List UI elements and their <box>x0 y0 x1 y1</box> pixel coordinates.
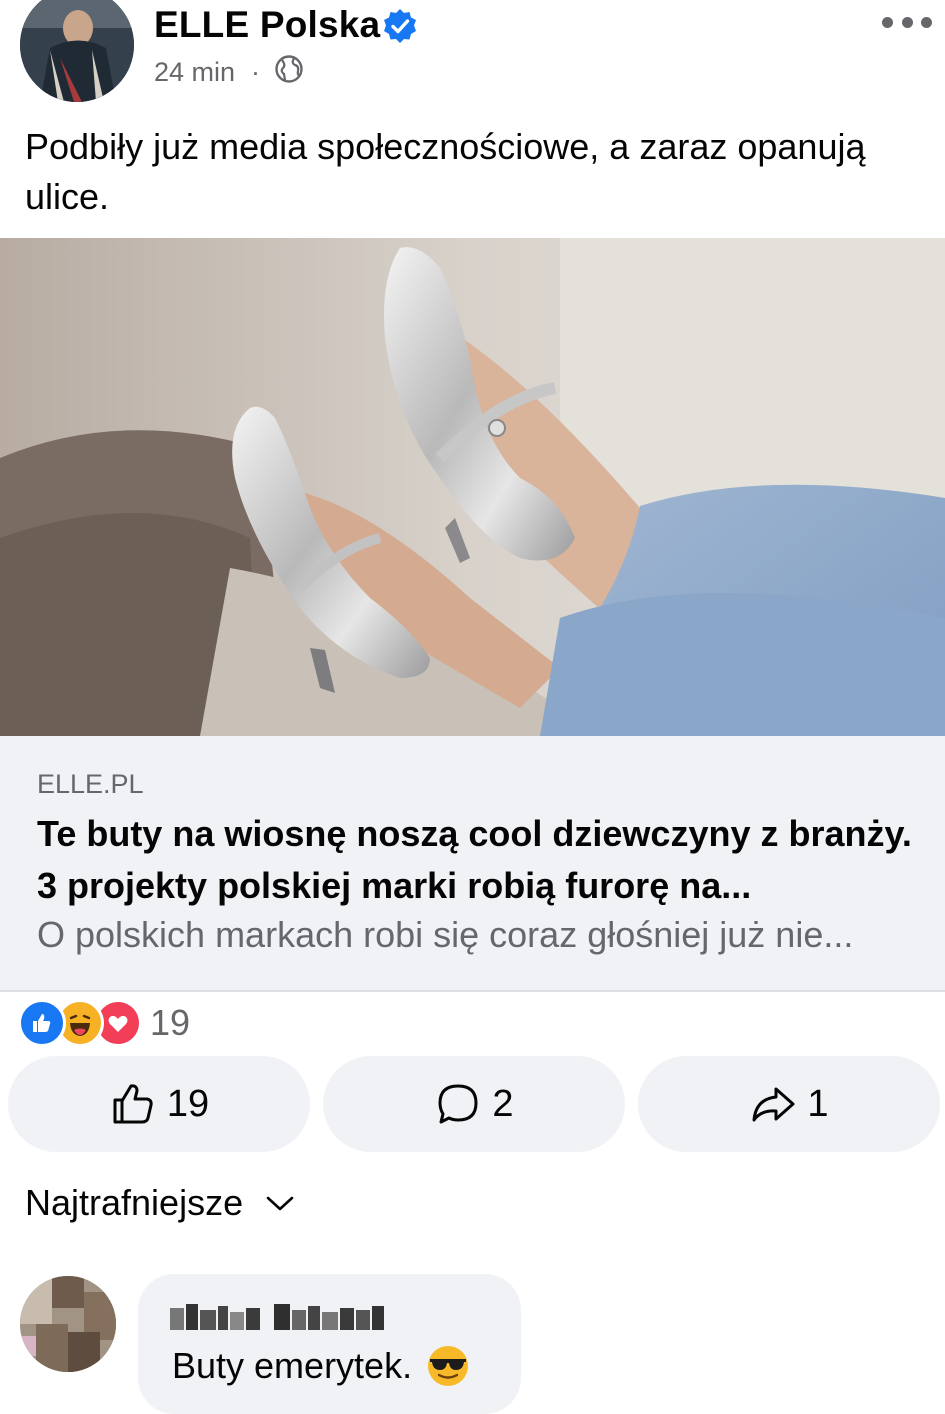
thumbs-up-icon <box>109 1080 167 1128</box>
comment-sort-dropdown[interactable]: Najtrafniejsze <box>25 1182 295 1224</box>
link-title[interactable]: Te buty na wiosnę noszą cool dziewczyny … <box>37 808 917 912</box>
comment-body: Buty emerytek. <box>172 1345 413 1386</box>
reaction-icons[interactable] <box>18 999 142 1047</box>
share-arrow-icon <box>749 1080 807 1128</box>
comment-count: 2 <box>492 1082 514 1125</box>
link-description: O polskich markach robi się coraz głośni… <box>37 914 854 955</box>
comment-text: Buty emerytek. <box>172 1344 470 1388</box>
page-name[interactable]: ELLE Polska <box>154 4 380 46</box>
reaction-count[interactable]: 19 <box>150 1002 190 1044</box>
more-options-icon[interactable] <box>882 10 932 34</box>
share-button[interactable]: 1 <box>638 1056 940 1152</box>
meta-separator: · <box>251 57 261 87</box>
comment-bubble-icon <box>434 1080 492 1128</box>
like-count: 19 <box>166 1082 210 1125</box>
like-button[interactable]: 19 <box>8 1056 310 1152</box>
page-avatar[interactable] <box>20 0 134 102</box>
post-text: Podbiły już media społecznościowe, a zar… <box>25 126 866 217</box>
verified-badge-icon <box>382 8 418 44</box>
comment-button[interactable]: 2 <box>323 1056 625 1152</box>
chevron-down-icon <box>243 1193 295 1213</box>
globe-icon <box>274 54 304 91</box>
like-reaction-icon <box>18 999 66 1047</box>
post-image[interactable] <box>0 238 945 736</box>
sort-label: Najtrafniejsze <box>25 1182 244 1223</box>
link-domain: ELLE.PL <box>37 769 144 799</box>
comment-author-blurred[interactable] <box>170 1300 390 1336</box>
commenter-avatar[interactable] <box>20 1276 116 1372</box>
share-count: 1 <box>807 1082 829 1125</box>
post-time[interactable]: 24 min <box>154 57 235 88</box>
post-meta: 24 min · <box>154 54 304 91</box>
sunglasses-emoji-icon <box>426 1344 470 1388</box>
